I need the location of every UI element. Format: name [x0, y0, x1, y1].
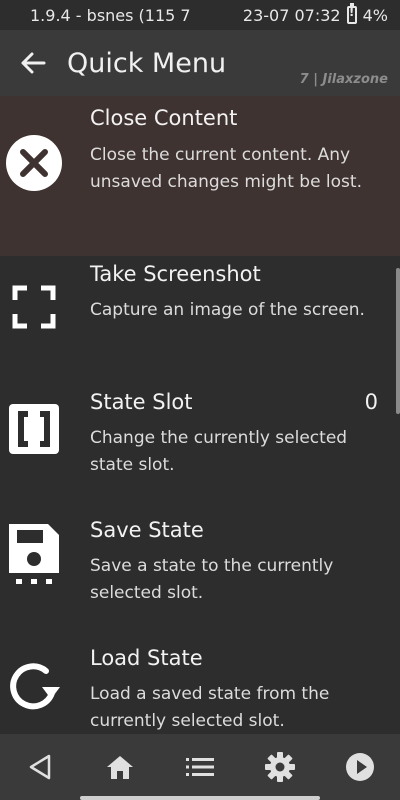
menu-item-title: Close Content — [90, 106, 238, 130]
close-circle-icon — [5, 134, 63, 192]
back-button[interactable] — [6, 30, 60, 96]
menu-item-state-slot[interactable]: State Slot 0 Change the currently select… — [0, 384, 400, 512]
load-reload-icon — [5, 658, 63, 716]
menu-item-description: Save a state to the currently selected s… — [90, 556, 334, 603]
save-floppy-icon — [5, 524, 63, 584]
nav-list-button[interactable] — [180, 747, 220, 787]
state-slot-icon — [5, 400, 63, 458]
menu-item-load-state[interactable]: Load State Load a saved state from the c… — [0, 640, 400, 734]
nav-home-button[interactable] — [100, 747, 140, 787]
status-time: 23-07 07:32 — [242, 5, 341, 25]
bottom-nav-bar — [0, 734, 400, 800]
back-triangle-icon — [29, 754, 51, 780]
menu-item-description: Change the currently selected state slot… — [90, 428, 348, 475]
status-app-info: 1.9.4 - bsnes (115 7 — [30, 5, 191, 25]
menu-item-description: Close the current content. Any unsaved c… — [90, 145, 362, 192]
menu-item-save-state[interactable]: Save State Save a state to the currently… — [0, 512, 400, 640]
quick-menu-list: Close Content Close the current content.… — [0, 96, 400, 734]
nav-back-button[interactable] — [20, 747, 60, 787]
state-slot-value: 0 — [364, 390, 378, 414]
gear-icon — [265, 752, 295, 782]
home-indicator — [80, 796, 320, 800]
page-title: Quick Menu — [67, 47, 227, 79]
battery-percent: 4% — [362, 5, 388, 25]
status-bar: 1.9.4 - bsnes (115 7 23-07 07:32 4% — [0, 0, 400, 30]
menu-item-description: Capture an image of the screen. — [90, 300, 365, 320]
play-icon — [346, 753, 374, 781]
app-header: Quick Menu 7 | Jilaxzone — [0, 30, 400, 96]
menu-item-title: Load State — [90, 646, 203, 670]
menu-item-title: Take Screenshot — [90, 262, 261, 286]
screenshot-frame-icon — [5, 278, 63, 336]
status-right-group: 23-07 07:32 4% — [242, 3, 388, 25]
battery-alert-icon — [346, 3, 357, 24]
menu-item-title: State Slot — [90, 390, 193, 414]
menu-item-description: Load a saved state from the currently se… — [90, 684, 330, 731]
menu-item-close-content[interactable]: Close Content Close the current content.… — [0, 96, 400, 256]
home-icon — [107, 756, 133, 779]
list-icon — [186, 758, 214, 776]
menu-item-take-screenshot[interactable]: Take Screenshot Capture an image of the … — [0, 256, 400, 384]
nav-settings-button[interactable] — [260, 747, 300, 787]
watermark-text: 7 | Jilaxzone — [299, 72, 388, 87]
arrow-left-icon — [21, 52, 46, 74]
menu-item-title: Save State — [90, 518, 204, 542]
nav-resume-button[interactable] — [340, 747, 380, 787]
menu-scrollbar[interactable] — [396, 268, 400, 414]
